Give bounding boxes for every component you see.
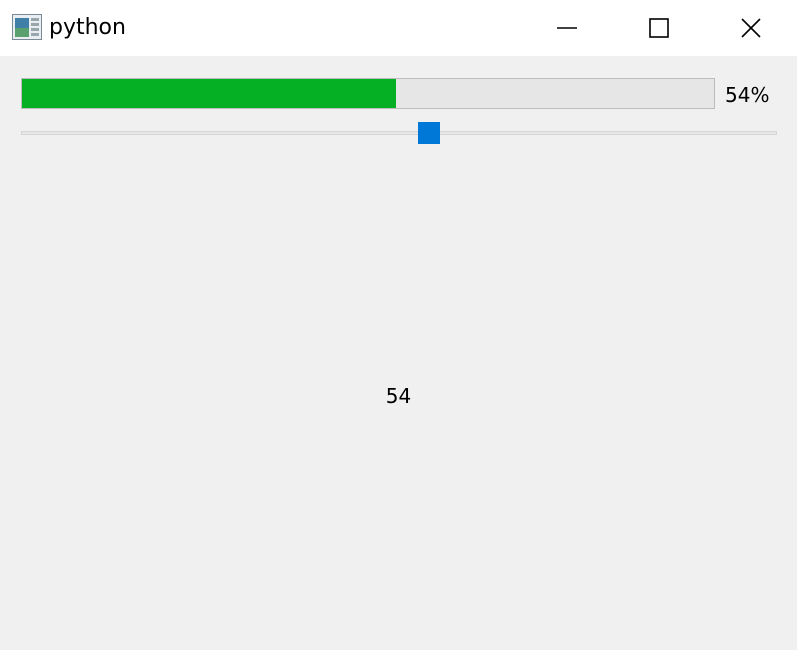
value-label: 54 (385, 384, 412, 408)
minimize-button[interactable] (521, 0, 613, 56)
slider-thumb[interactable] (418, 122, 441, 144)
title-bar: python (0, 0, 797, 56)
maximize-button[interactable] (613, 0, 705, 56)
close-button[interactable] (705, 0, 797, 56)
value-slider[interactable] (21, 122, 777, 144)
close-icon (741, 18, 761, 38)
maximize-icon (649, 18, 669, 38)
window-title: python (49, 15, 126, 40)
progress-percent-label: 54% (725, 83, 770, 107)
progress-fill (22, 79, 396, 108)
slider-track[interactable] (21, 131, 777, 135)
progress-bar (21, 78, 715, 109)
python-app-icon (12, 14, 42, 40)
minimize-icon (557, 27, 577, 29)
